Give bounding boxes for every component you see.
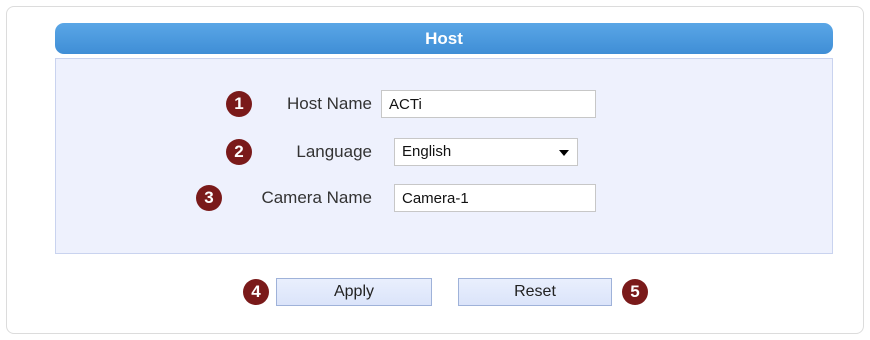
callout-badge-4: 4 [243,279,269,305]
language-select[interactable]: English [394,138,578,166]
callout-badge-3: 3 [196,185,222,211]
language-row: 2 Language English [56,137,832,167]
host-name-input[interactable] [381,90,596,118]
panel-title: Host [55,23,833,54]
camera-name-input[interactable] [394,184,596,212]
callout-badge-5: 5 [622,279,648,305]
language-selected-value: English [402,143,452,160]
camera-name-row: 3 Camera Name [56,183,832,213]
camera-name-label: Camera Name [261,188,372,207]
reset-button[interactable]: Reset [458,278,612,306]
callout-badge-2: 2 [226,139,252,165]
language-label: Language [296,142,372,161]
apply-button[interactable]: Apply [276,278,432,306]
chevron-down-icon[interactable] [559,150,569,156]
host-settings-panel: 1 Host Name 2 Language English 3 Camera … [55,58,833,254]
callout-badge-1: 1 [226,91,252,117]
host-name-row: 1 Host Name [56,89,832,119]
host-name-label: Host Name [286,94,372,113]
